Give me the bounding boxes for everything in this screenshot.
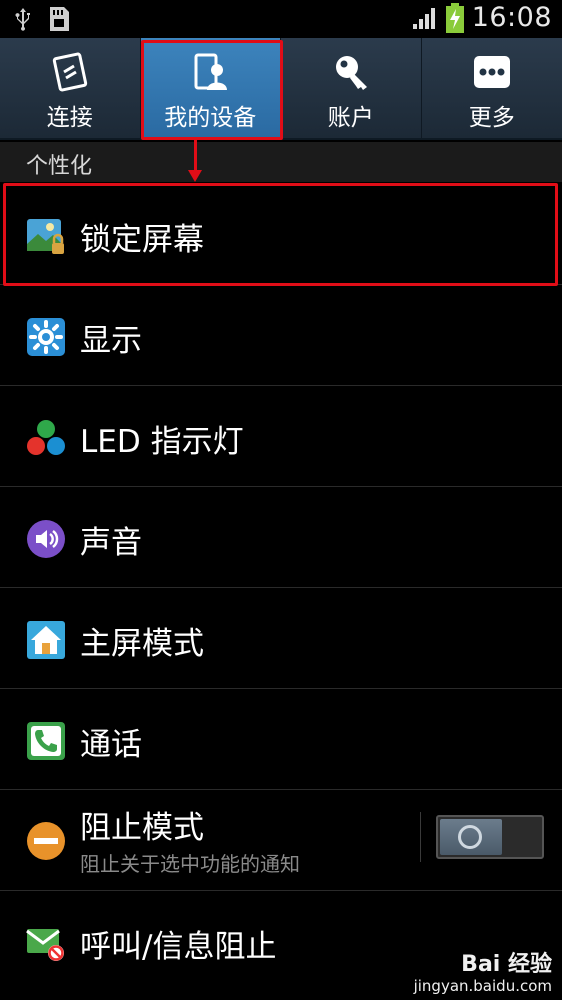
item-title: 阻止模式	[80, 810, 204, 846]
tab-label: 连接	[46, 105, 93, 131]
annotation-arrow-head	[188, 170, 202, 182]
lock-screen-icon	[27, 219, 64, 254]
settings-item-home-screen-mode[interactable]: 主屏模式	[0, 588, 562, 689]
usb-icon	[15, 8, 30, 31]
blocking-mode-icon	[27, 822, 65, 860]
settings-item-lock-screen[interactable]: 锁定屏幕	[0, 184, 562, 285]
watermark-brand: Bai 经验	[461, 952, 552, 978]
item-title: LED 指示灯	[80, 424, 244, 460]
settings-item-led-indicator[interactable]: LED 指示灯	[0, 386, 562, 487]
section-header: 个性化	[0, 142, 562, 182]
item-subtitle: 阻止关于选中功能的通知	[80, 852, 300, 876]
call-message-block-icon	[26, 929, 64, 961]
settings-item-blocking-mode[interactable]: 阻止模式 阻止关于选中功能的通知	[0, 790, 562, 891]
clock: 16:08	[471, 2, 552, 33]
more-icon	[473, 56, 510, 88]
item-title: 声音	[80, 525, 142, 561]
signal-icon	[412, 7, 435, 29]
watermark: Bai 经验 jingyan.baidu.com	[414, 953, 552, 994]
item-title: 通话	[80, 727, 142, 763]
item-title: 显示	[80, 323, 142, 359]
display-icon	[27, 318, 65, 356]
tab-more[interactable]: 更多	[422, 38, 562, 138]
tab-label: 我的设备	[164, 105, 257, 131]
divider	[420, 812, 421, 862]
blocking-mode-toggle[interactable]	[436, 815, 544, 859]
call-icon	[27, 722, 65, 760]
toggle-knob	[440, 819, 502, 855]
battery-charging-icon	[445, 2, 464, 33]
accounts-icon	[335, 56, 367, 90]
led-indicator-icon	[27, 420, 65, 455]
tab-my-device[interactable]: 我的设备	[140, 38, 281, 138]
my-device-icon	[194, 53, 228, 90]
settings-tab-bar: 连接 我的设备 账户 更多	[0, 38, 562, 140]
annotation-arrow	[194, 140, 197, 174]
sd-card-icon	[50, 7, 69, 31]
settings-item-sound[interactable]: 声音	[0, 487, 562, 588]
tab-label: 更多	[468, 105, 515, 131]
tab-accounts[interactable]: 账户	[281, 38, 422, 138]
watermark-url: jingyan.baidu.com	[413, 976, 552, 995]
sound-icon	[27, 520, 65, 558]
item-title: 主屏模式	[80, 626, 204, 662]
status-bar: 16:08	[0, 0, 562, 38]
connections-icon	[52, 52, 87, 92]
home-screen-mode-icon	[27, 621, 65, 659]
item-title: 锁定屏幕	[80, 222, 204, 258]
item-title: 呼叫/信息阻止	[80, 929, 277, 965]
tab-connections[interactable]: 连接	[0, 38, 141, 138]
section-title: 个性化	[26, 154, 93, 179]
settings-item-display[interactable]: 显示	[0, 285, 562, 386]
tab-label: 账户	[327, 105, 374, 131]
settings-item-call[interactable]: 通话	[0, 689, 562, 790]
